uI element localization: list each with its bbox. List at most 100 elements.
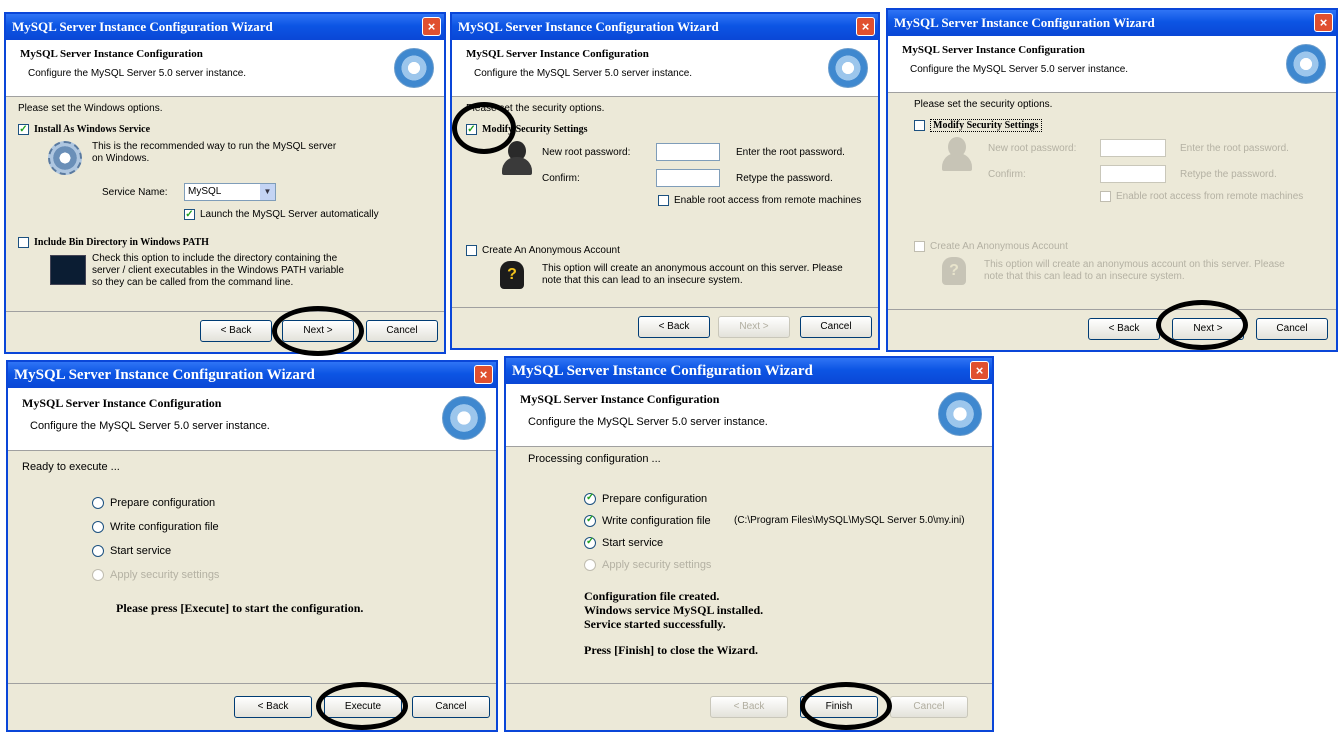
execute-button[interactable]: Execute	[324, 696, 402, 718]
include-bin-checkbox[interactable]	[18, 237, 29, 248]
step-label: Prepare configuration	[602, 493, 708, 505]
anon-account-desc: note that this can lead to an insecure s…	[542, 275, 743, 286]
wizard-footer: < Back Next > Cancel	[452, 307, 878, 348]
service-gear-icon	[48, 141, 82, 175]
wizard-header: MySQL Server Instance Configuration Conf…	[506, 384, 992, 447]
anon-account-desc: note that this can lead to an insecure s…	[984, 271, 1185, 282]
header-subtitle: Configure the MySQL Server 5.0 server in…	[910, 64, 1129, 75]
install-service-label: Install As Windows Service	[34, 124, 151, 135]
wizard-footer: < Back Next > Cancel	[6, 311, 444, 352]
anon-account-label: Create An Anonymous Account	[930, 241, 1068, 252]
anon-account-desc: This option will create an anonymous acc…	[984, 259, 1285, 270]
cancel-button[interactable]: Cancel	[800, 316, 872, 338]
wizard-body: Ready to execute ... Prepare configurati…	[8, 451, 496, 684]
include-bin-desc: server / client executables in the Windo…	[92, 265, 344, 276]
chevron-down-icon: ▼	[260, 184, 275, 200]
window-title: MySQL Server Instance Configuration Wiza…	[888, 10, 1336, 36]
wizard-window-processing: MySQL Server Instance Configuration Wiza…	[504, 356, 994, 732]
cancel-button[interactable]: Cancel	[890, 696, 968, 718]
retype-password-hint: Retype the password.	[736, 173, 833, 184]
step-done-icon	[584, 536, 596, 549]
user-silhouette-icon	[940, 137, 974, 173]
anon-account-checkbox[interactable]	[914, 241, 925, 252]
step-label: Prepare configuration	[110, 497, 216, 509]
header-title: MySQL Server Instance Configuration	[22, 396, 222, 410]
include-bin-desc: Check this option to include the directo…	[92, 253, 338, 264]
mysql-logo-icon	[394, 48, 434, 88]
new-root-password-input[interactable]	[1100, 139, 1166, 157]
wizard-footer: < Back Next > Cancel	[888, 309, 1336, 350]
close-icon[interactable]: ×	[970, 361, 989, 380]
confirm-password-input[interactable]	[656, 169, 720, 187]
press-finish-instruction: Press [Finish] to close the Wizard.	[584, 643, 758, 657]
wizard-footer: < Back Finish Cancel	[506, 683, 992, 730]
close-icon[interactable]: ×	[856, 17, 875, 36]
modify-security-label: Modify Security Settings	[930, 119, 1042, 132]
wizard-window-security-options: MySQL Server Instance Configuration Wiza…	[450, 12, 880, 350]
modify-security-checkbox[interactable]: ✓	[466, 124, 477, 135]
back-button[interactable]: < Back	[710, 696, 788, 718]
wizard-body: Processing configuration ... Prepare con…	[506, 447, 992, 684]
step-status-icon	[92, 545, 104, 557]
step-status-icon	[92, 521, 104, 533]
include-bin-desc: so they can be called from the command l…	[92, 277, 294, 288]
header-subtitle: Configure the MySQL Server 5.0 server in…	[30, 420, 270, 432]
install-service-checkbox[interactable]: ✓	[18, 124, 29, 135]
service-name-select[interactable]: MySQL ▼	[184, 183, 276, 201]
step-label: Write configuration file	[602, 515, 711, 527]
install-service-desc: This is the recommended way to run the M…	[92, 141, 337, 152]
wizard-footer: < Back Execute Cancel	[8, 683, 496, 730]
mysql-logo-icon	[938, 392, 982, 436]
wizard-header: MySQL Server Instance Configuration Conf…	[452, 40, 878, 97]
mysql-logo-icon	[1286, 44, 1326, 84]
config-file-path: (C:\Program Files\MySQL\MySQL Server 5.0…	[734, 515, 965, 526]
new-root-password-label: New root password:	[542, 147, 631, 158]
enable-remote-checkbox[interactable]	[658, 195, 669, 206]
back-button[interactable]: < Back	[234, 696, 312, 718]
next-button[interactable]: Next >	[718, 316, 790, 338]
back-button[interactable]: < Back	[1088, 318, 1160, 340]
finish-button[interactable]: Finish	[800, 696, 878, 718]
cancel-button[interactable]: Cancel	[412, 696, 490, 718]
close-icon[interactable]: ×	[1314, 13, 1333, 32]
back-button[interactable]: < Back	[200, 320, 272, 342]
options-prompt: Please set the security options.	[466, 103, 605, 114]
cancel-button[interactable]: Cancel	[1256, 318, 1328, 340]
press-execute-instruction: Please press [Execute] to start the conf…	[116, 601, 364, 615]
processing-label: Processing configuration ...	[528, 453, 661, 465]
wizard-window-windows-options: MySQL Server Instance Configuration Wiza…	[4, 12, 446, 354]
next-button[interactable]: Next >	[1172, 318, 1244, 340]
anonymous-user-icon: ?	[500, 261, 524, 289]
confirm-label: Confirm:	[542, 173, 580, 184]
step-label: Start service	[110, 545, 172, 557]
wizard-header: MySQL Server Instance Configuration Conf…	[888, 36, 1336, 93]
ready-label: Ready to execute ...	[22, 461, 120, 473]
service-name-label: Service Name:	[102, 187, 168, 198]
confirm-password-input[interactable]	[1100, 165, 1166, 183]
enter-root-password-hint: Enter the root password.	[736, 147, 845, 158]
anon-account-checkbox[interactable]	[466, 245, 477, 256]
anon-account-desc: This option will create an anonymous acc…	[542, 263, 843, 274]
step-label: Start service	[602, 537, 664, 549]
wizard-window-ready-to-execute: MySQL Server Instance Configuration Wiza…	[6, 360, 498, 732]
enable-remote-label: Enable root access from remote machines	[674, 195, 862, 206]
new-root-password-input[interactable]	[656, 143, 720, 161]
enable-remote-checkbox[interactable]	[1100, 191, 1111, 202]
cancel-button[interactable]: Cancel	[366, 320, 438, 342]
wizard-body: Please set the Windows options. ✓ Instal…	[6, 97, 444, 312]
step-status-icon	[92, 497, 104, 509]
modify-security-checkbox[interactable]	[914, 120, 925, 131]
options-prompt: Please set the security options.	[914, 99, 1053, 110]
launch-auto-checkbox[interactable]: ✓	[184, 209, 195, 220]
window-title: MySQL Server Instance Configuration Wiza…	[452, 14, 878, 40]
wizard-body: Please set the security options. Modify …	[888, 93, 1336, 310]
step-done-icon	[584, 492, 596, 505]
close-icon[interactable]: ×	[474, 365, 493, 384]
next-button[interactable]: Next >	[282, 320, 354, 342]
window-title: MySQL Server Instance Configuration Wiza…	[6, 14, 444, 40]
new-root-password-label: New root password:	[988, 143, 1077, 154]
close-icon[interactable]: ×	[422, 17, 441, 36]
back-button[interactable]: < Back	[638, 316, 710, 338]
install-service-desc: on Windows.	[92, 153, 150, 164]
include-bin-label: Include Bin Directory in Windows PATH	[34, 237, 209, 248]
